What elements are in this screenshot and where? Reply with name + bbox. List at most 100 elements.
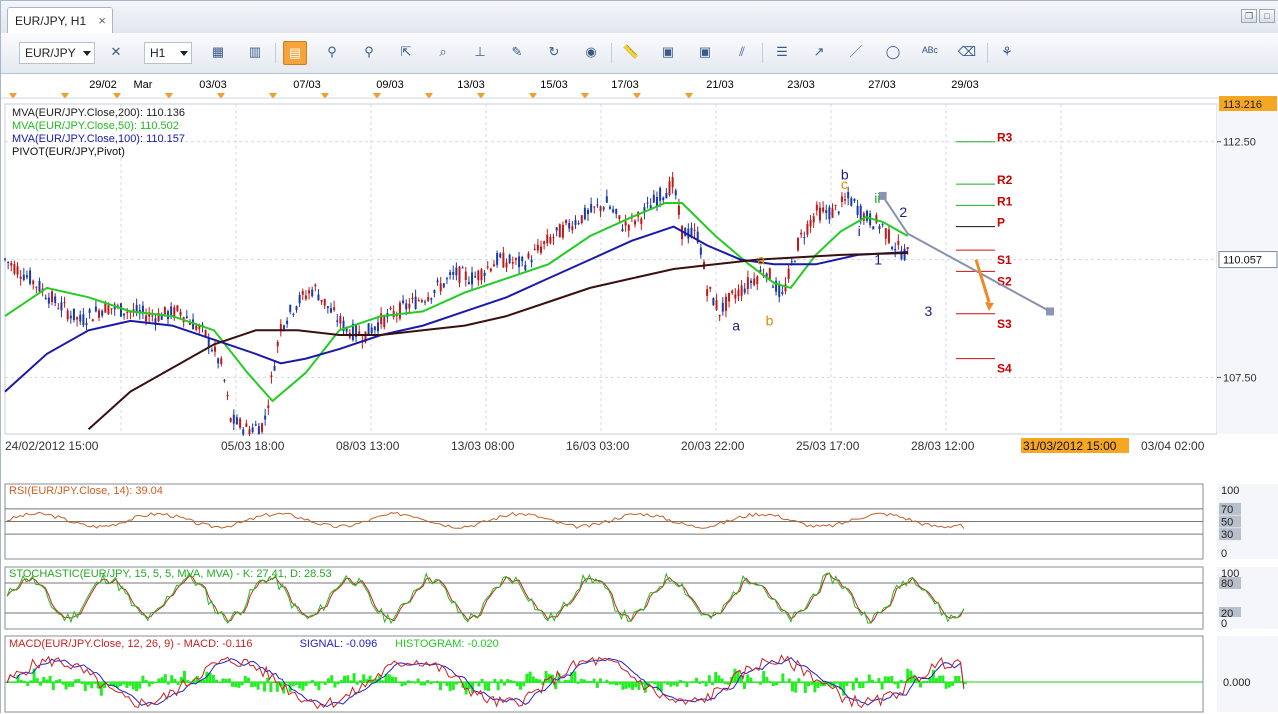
zoom-area-icon[interactable]: ⇱ — [394, 41, 418, 65]
histogram-bar — [352, 673, 356, 683]
histogram-bar — [119, 682, 122, 687]
x-tick-label: 28/03 12:00 — [911, 439, 975, 453]
histogram-bar — [925, 680, 929, 683]
candle-body — [608, 206, 611, 209]
histogram-bar — [899, 679, 903, 683]
candle-body — [176, 305, 179, 311]
histogram-bar — [122, 682, 126, 685]
restore-icon[interactable]: ❐ — [1241, 9, 1257, 23]
histogram-bar — [64, 682, 68, 690]
candle-body — [461, 267, 464, 269]
candle-body — [273, 365, 276, 371]
candle-body — [417, 300, 420, 302]
candle-body — [239, 418, 242, 428]
candle-body — [339, 315, 342, 324]
eraser-icon[interactable]: ᴬᴮᶜ — [918, 41, 942, 65]
candle-body — [123, 313, 126, 316]
histogram-bar — [634, 682, 638, 688]
y-tick-label: 0.000 — [1223, 677, 1251, 689]
candle-body — [282, 325, 285, 330]
line-view-icon[interactable]: ▥ — [243, 41, 267, 65]
cursor-icon[interactable]: ⚲ — [357, 41, 381, 65]
histogram-bar — [106, 681, 110, 683]
chart-area[interactable]: 29/02 Mar 03/03 07/03 09/03 13/03 15/03 17/03 21… — [1, 74, 1278, 714]
histogram-bar — [528, 671, 532, 683]
pivot-label: P — [997, 216, 1005, 230]
histogram-bar — [432, 681, 436, 683]
channel-icon[interactable]: ⫽ — [730, 41, 754, 65]
candle-body — [69, 315, 72, 319]
candle-body — [235, 417, 238, 425]
histogram-bar — [227, 678, 231, 683]
trend-tool-icon[interactable]: ☰ — [770, 41, 794, 65]
screenshot-icon[interactable]: ▣ — [656, 41, 680, 65]
refresh-icon[interactable]: ✎ — [505, 41, 529, 65]
zoom-in-icon[interactable]: ▤ — [283, 41, 307, 65]
histogram-bar — [74, 679, 78, 683]
fibonacci-icon[interactable]: ▣ — [693, 41, 717, 65]
x-tick-label: 08/03 13:00 — [336, 439, 400, 453]
symbol-select[interactable]: EUR/JPY — [19, 42, 95, 64]
histogram-bar — [919, 682, 922, 688]
candle-body — [565, 219, 568, 224]
maximize-icon[interactable]: □ — [1259, 9, 1275, 23]
zoom-out-icon[interactable]: ⚲ — [320, 41, 344, 65]
pivot-label: R3 — [997, 131, 1013, 145]
globe-icon[interactable]: ↻ — [542, 41, 566, 65]
histogram-bar — [247, 677, 250, 683]
close-icon[interactable]: × — [98, 13, 106, 28]
histogram-bar — [141, 675, 145, 683]
candle-body — [449, 272, 452, 275]
candle-body — [442, 283, 445, 288]
candle-view-icon[interactable]: ▦ — [206, 41, 230, 65]
ellipse-icon[interactable]: ／ — [844, 41, 868, 65]
candle-body — [699, 247, 702, 255]
histogram-bar — [45, 679, 49, 683]
histogram-bar — [151, 682, 154, 685]
line-tool-icon[interactable]: ↗ — [807, 41, 831, 65]
candle-body — [248, 429, 251, 435]
histogram-bar — [944, 682, 948, 689]
histogram-bar — [362, 674, 366, 683]
ruler-icon[interactable]: ◉ — [579, 41, 603, 65]
candle-body — [518, 256, 521, 268]
timeframe-select[interactable]: H1 — [144, 42, 192, 64]
top-date-label: 07/03 — [293, 79, 321, 91]
histogram-bar — [285, 681, 289, 683]
histogram-bar — [618, 682, 622, 685]
histogram-bar — [170, 675, 174, 683]
wave-label: c — [841, 176, 848, 192]
candle-body — [712, 298, 715, 306]
candle-body — [674, 190, 677, 196]
candle-body — [599, 206, 602, 212]
pivot-label: S4 — [997, 362, 1012, 376]
tool-icon[interactable]: ⚘ — [995, 41, 1019, 65]
pivot-label: R2 — [997, 173, 1013, 187]
histogram-bar — [336, 682, 340, 685]
top-date-label: 29/02 — [89, 79, 117, 91]
histogram-bar — [368, 675, 372, 683]
top-date-label: 09/03 — [376, 79, 404, 91]
candle-body — [790, 261, 793, 263]
candle-body — [615, 209, 618, 214]
histogram-bar — [935, 678, 938, 683]
template-icon[interactable]: 📏 — [619, 41, 643, 65]
objects-icon[interactable]: ⌫ — [955, 41, 979, 65]
candle-body — [367, 323, 370, 335]
histogram-bar — [327, 678, 330, 683]
candle-body — [66, 310, 69, 320]
tab-eurjpy-h1[interactable]: EUR/JPY, H1 × — [7, 7, 113, 33]
text-tool-icon[interactable]: ◯ — [881, 41, 905, 65]
candle-body — [424, 301, 427, 303]
histogram-bar — [234, 682, 238, 688]
candle-body — [232, 414, 235, 424]
candle-body — [797, 237, 800, 251]
draw-icon[interactable]: ⊥ — [468, 41, 492, 65]
crosshair-icon[interactable]: ✕ — [104, 41, 128, 65]
candle-body — [467, 281, 470, 284]
candle-body — [455, 267, 458, 276]
histogram-bar — [413, 682, 417, 684]
histogram-bar — [746, 674, 750, 683]
histogram-bar — [893, 682, 897, 685]
indicator-icon[interactable]: ⌕ — [431, 41, 455, 65]
